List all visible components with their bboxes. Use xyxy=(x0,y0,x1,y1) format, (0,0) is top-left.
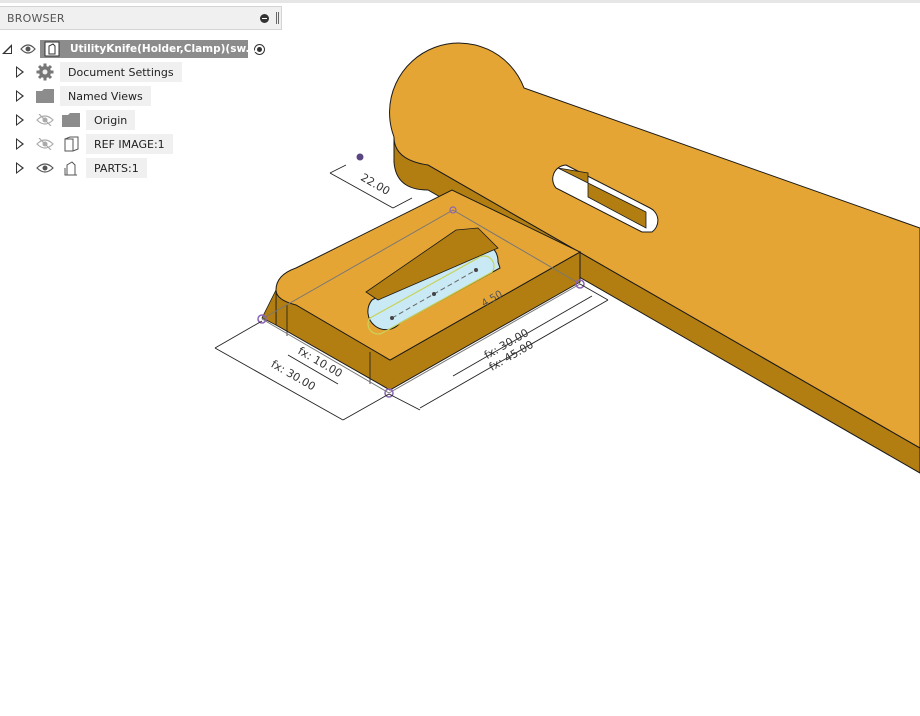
eye-icon[interactable] xyxy=(36,162,54,174)
browser-pin-button[interactable] xyxy=(276,12,279,24)
ref-image-text: REF IMAGE:1 xyxy=(94,137,165,151)
folder-icon xyxy=(36,89,54,103)
expand-arrow-icon[interactable] xyxy=(16,162,24,174)
origin-text: Origin xyxy=(94,113,128,127)
component-icon xyxy=(44,41,60,57)
expand-arrow-icon[interactable] xyxy=(16,114,24,126)
body-icon xyxy=(64,136,79,152)
eye-icon[interactable] xyxy=(20,43,36,55)
browser-item-label: Named Views xyxy=(60,86,151,106)
dim-offset-label[interactable]: 22.00 xyxy=(358,171,392,198)
browser-header: BROWSER xyxy=(0,6,282,30)
gear-icon xyxy=(36,63,54,81)
browser-item-named-views[interactable]: Named Views xyxy=(16,85,151,107)
root-component-text: UtilityKnife(Holder,Clamp)(sw... xyxy=(70,43,258,55)
eye-hidden-icon[interactable] xyxy=(36,138,54,150)
browser-item-parts[interactable]: PARTS:1 xyxy=(16,157,147,179)
browser-item-ref-image[interactable]: REF IMAGE:1 xyxy=(16,133,173,155)
browser-title: BROWSER xyxy=(7,11,65,25)
eye-hidden-icon[interactable] xyxy=(36,114,54,126)
browser-item-document-settings[interactable]: Document Settings xyxy=(16,61,182,83)
expand-arrow-icon[interactable] xyxy=(16,90,24,102)
browser-panel: BROWSER UtilityKnife(Holder,Clamp)(sw... xyxy=(0,6,282,178)
browser-item-label: Origin xyxy=(86,110,136,130)
folder-icon xyxy=(62,113,80,127)
document-settings-text: Document Settings xyxy=(68,65,174,79)
named-views-text: Named Views xyxy=(68,89,143,103)
expand-open-icon[interactable] xyxy=(2,44,12,54)
browser-collapse-button[interactable] xyxy=(260,14,269,23)
browser-item-label: REF IMAGE:1 xyxy=(86,134,173,154)
3d-viewport[interactable]: 22.00 4.50 fx: 30.00 fx: 45.00 fx: 10.00… xyxy=(0,0,920,716)
browser-item-label: Document Settings xyxy=(60,62,182,82)
browser-item-label: PARTS:1 xyxy=(86,158,147,178)
parts-text: PARTS:1 xyxy=(94,161,139,175)
expand-arrow-icon[interactable] xyxy=(16,66,24,78)
expand-arrow-icon[interactable] xyxy=(16,138,24,150)
root-component-label[interactable]: UtilityKnife(Holder,Clamp)(sw... xyxy=(40,40,257,58)
browser-item-origin[interactable]: Origin xyxy=(16,109,136,131)
component-icon xyxy=(64,161,77,176)
browser-root-row[interactable]: UtilityKnife(Holder,Clamp)(sw... xyxy=(0,38,282,60)
